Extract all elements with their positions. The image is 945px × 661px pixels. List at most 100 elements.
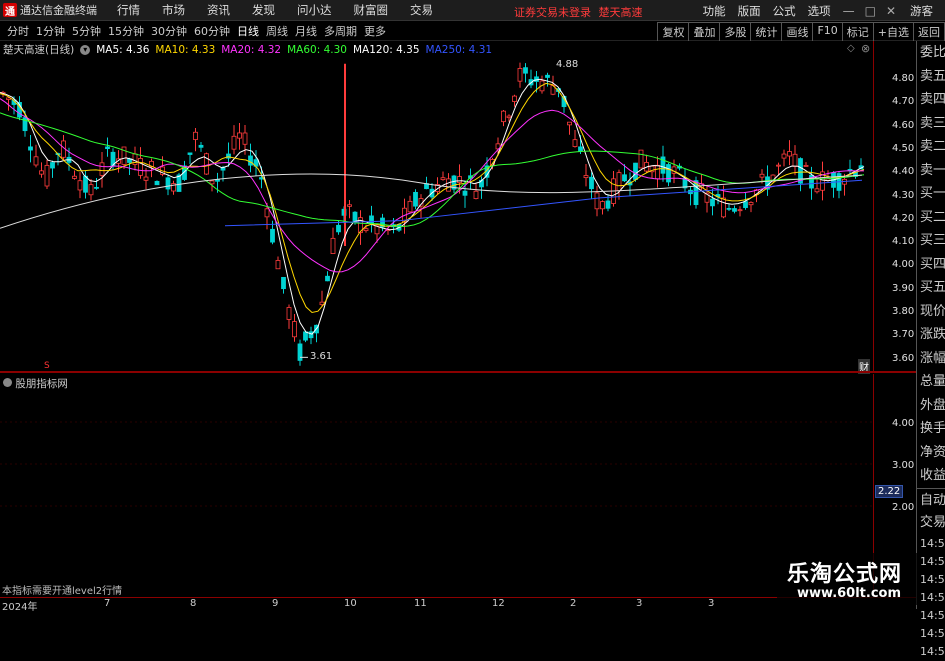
period-30min[interactable]: 30分钟 [151, 23, 187, 39]
candle [264, 208, 270, 218]
sidebar-item[interactable]: 收益 [917, 464, 945, 488]
candle [748, 202, 754, 206]
tick-time: 14:56 [920, 554, 945, 568]
guest-label[interactable]: 游客 [910, 3, 933, 19]
tool-add-watch[interactable]: +自选 [872, 22, 914, 41]
y-tick: 3.90 [892, 282, 915, 294]
period-60min[interactable]: 60分钟 [194, 23, 230, 39]
x-tick: 2 [570, 598, 577, 609]
sidebar-item[interactable]: 卖二 [917, 135, 945, 159]
tool-back[interactable]: 返回 [913, 22, 945, 41]
candle [803, 165, 809, 167]
candle [732, 208, 737, 212]
x-tick: 10 [344, 598, 357, 609]
candle [237, 132, 242, 139]
sidebar-item[interactable]: 买五 [917, 276, 945, 300]
maximize-icon[interactable]: □ [865, 4, 876, 18]
sidebar-item[interactable]: 卖一 [917, 159, 945, 183]
x-tick: 11 [414, 598, 427, 609]
status-notice: 证券交易未登录 楚天高速 [514, 4, 643, 20]
watermark-title: 乐淘公式网 [787, 562, 903, 587]
menu-item-layout[interactable]: 版面 [738, 3, 761, 19]
candle [440, 177, 446, 181]
x-tick: 9 [272, 598, 279, 609]
tool-stats[interactable]: 统计 [750, 22, 783, 41]
menu-item-news[interactable]: 资讯 [207, 2, 230, 18]
sidebar-item[interactable]: 委比 [917, 41, 945, 65]
sidebar-item[interactable]: 买二 [917, 206, 945, 230]
period-monthly[interactable]: 月线 [295, 23, 317, 39]
menu-item-wealth[interactable]: 财富圈 [354, 2, 389, 18]
candle [297, 343, 303, 361]
sidebar-item[interactable]: 买四 [917, 253, 945, 277]
right-menu: 功能 版面 公式 选项 — □ ✕ 游客 [703, 0, 945, 21]
sidebar-item[interactable]: 涨跌 [917, 323, 945, 347]
candle [281, 276, 286, 290]
level2-tip[interactable]: 本指标需要开通level2行情 [2, 582, 122, 597]
login-notice[interactable]: 证券交易未登录 [514, 6, 591, 19]
candle [517, 68, 523, 82]
main-y-axis-line [873, 41, 874, 371]
menu-item-options[interactable]: 选项 [808, 3, 831, 19]
candle [231, 135, 237, 150]
sidebar-item[interactable]: 外盘 [917, 394, 945, 418]
sidebar-item[interactable]: 涨幅 [917, 347, 945, 371]
sidebar-item[interactable]: 换手 [917, 417, 945, 441]
tick-time: 14:56 [920, 608, 945, 622]
menu-item-function[interactable]: 功能 [703, 3, 726, 19]
sidebar-item[interactable]: 净资 [917, 441, 945, 465]
menu-item-market[interactable]: 市场 [162, 2, 185, 18]
close-icon[interactable]: ✕ [886, 4, 896, 18]
sidebar-item[interactable]: 卖五 [917, 65, 945, 89]
candle [39, 170, 44, 175]
sidebar-item[interactable]: 卖三 [917, 112, 945, 136]
candle [792, 153, 798, 167]
period-daily[interactable]: 日线 [237, 23, 259, 39]
minimize-icon[interactable]: — [843, 4, 855, 18]
tool-draw[interactable]: 画线 [781, 22, 814, 41]
sidebar-item[interactable]: 总量 [917, 370, 945, 394]
period-multi[interactable]: 多周期 [324, 23, 357, 39]
candle [270, 228, 275, 243]
menu-item-discover[interactable]: 发现 [252, 2, 275, 18]
candle [275, 260, 281, 270]
candlestick-chart[interactable] [0, 41, 916, 370]
sidebar-item[interactable]: 现价 [917, 300, 945, 324]
menu-item-quotes[interactable]: 行情 [117, 2, 140, 18]
period-5min[interactable]: 5分钟 [72, 23, 101, 39]
candle [242, 132, 248, 145]
y-tick: 4.10 [892, 236, 915, 248]
tick-time: 14:56 [920, 536, 945, 550]
candle [308, 331, 314, 339]
sidebar-item[interactable]: 买一 [917, 182, 945, 206]
tool-mark[interactable]: 标记 [841, 22, 874, 41]
tool-f10[interactable]: F10 [812, 22, 843, 41]
sub-y-tick: 2.00 [892, 502, 915, 513]
tick-time: 14:56 [920, 572, 945, 586]
menu-item-ask[interactable]: 问小达 [297, 2, 332, 18]
candle [50, 162, 55, 169]
candle [143, 176, 149, 181]
candle [154, 181, 160, 186]
period-more[interactable]: 更多 [364, 23, 386, 39]
period-weekly[interactable]: 周线 [266, 23, 288, 39]
candle [462, 190, 468, 196]
period-15min[interactable]: 15分钟 [108, 23, 144, 39]
candle [589, 176, 594, 190]
menu-item-formula[interactable]: 公式 [773, 3, 796, 19]
app-name: 通达信金融终端 [20, 4, 97, 17]
sidebar-item[interactable]: 卖四 [917, 88, 945, 112]
candle [94, 186, 99, 189]
sidebar-item[interactable]: 买三 [917, 229, 945, 253]
candle [303, 331, 308, 341]
sidebar-item[interactable]: 交易 [917, 511, 945, 535]
period-1min[interactable]: 1分钟 [36, 23, 65, 39]
tool-adjust[interactable]: 复权 [657, 22, 690, 41]
tool-multi-stock[interactable]: 多股 [719, 22, 752, 41]
menu-item-trade[interactable]: 交易 [410, 2, 433, 18]
sidebar-item[interactable]: 自动 [917, 487, 945, 512]
x-tick: 3 [636, 598, 643, 609]
tool-overlay[interactable]: 叠加 [688, 22, 721, 41]
candle [572, 139, 578, 147]
period-intraday[interactable]: 分时 [7, 23, 29, 39]
